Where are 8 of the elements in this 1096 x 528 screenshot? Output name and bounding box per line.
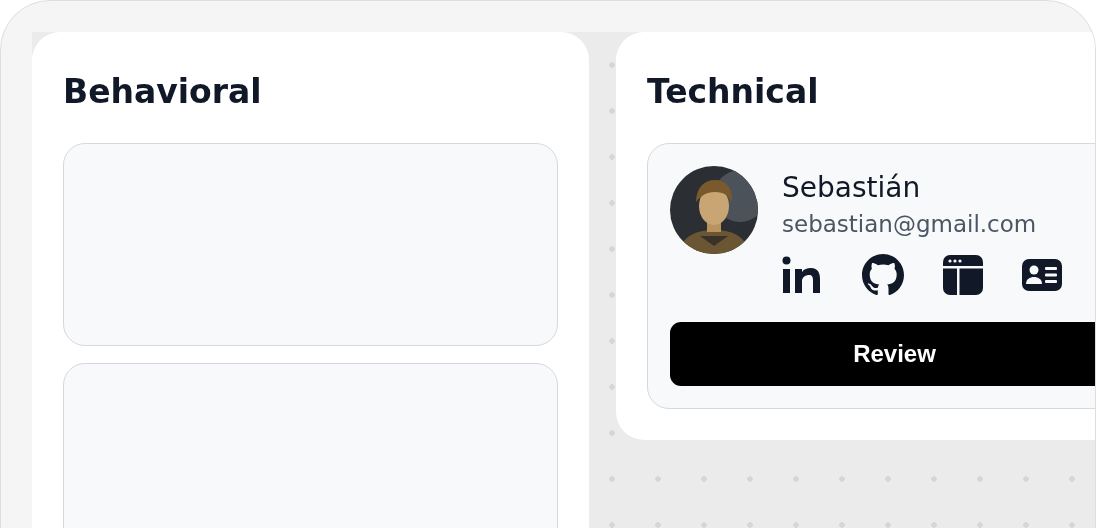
column-title: Technical [647,71,820,113]
candidate-email: sebastian@gmail.com [782,210,1038,239]
candidate-name: Sebastián [782,170,922,206]
id-card-icon[interactable] [1021,258,1063,292]
column-title: Behavioral [63,71,263,113]
review-button[interactable]: Review [670,322,1095,386]
github-icon[interactable] [861,253,905,297]
browser-window-icon[interactable] [942,254,984,296]
